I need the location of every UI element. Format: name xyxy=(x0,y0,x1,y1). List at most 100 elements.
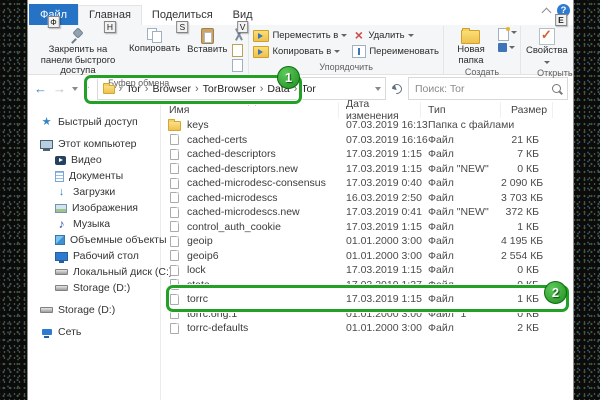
file-type: Файл xyxy=(421,148,501,160)
file-type: Файл "1" xyxy=(421,308,501,320)
sidebar-item-8[interactable]: Рабочий стол xyxy=(28,248,160,264)
file-type: Файл xyxy=(421,322,501,334)
dropdown-arrow-icon xyxy=(408,34,414,40)
file-type: Файл xyxy=(421,293,501,305)
file-name: torrc.orig.1 xyxy=(187,308,237,320)
file-type: Файл xyxy=(421,279,501,291)
file-date: 17.03.2019 0:40 xyxy=(339,177,421,189)
sidebar-item-1[interactable]: Этот компьютер xyxy=(28,136,160,152)
rename-button[interactable]: Переименовать xyxy=(350,44,441,59)
search-input[interactable]: Поиск: Tor xyxy=(408,77,568,100)
column-header-date[interactable]: Дата изменения xyxy=(339,102,421,118)
refresh-icon[interactable] xyxy=(390,82,404,96)
properties-label: Свойства xyxy=(526,46,568,57)
tab-1[interactable]: Поделиться S xyxy=(142,6,223,25)
file-icon xyxy=(170,163,179,174)
sidebar-item-12[interactable]: Сеть xyxy=(28,324,160,340)
navigation-pane: Быстрый доступ Этот компьютер Видео Доку… xyxy=(28,102,161,400)
sidebar-item-7[interactable]: Объемные объекты xyxy=(28,232,160,248)
sidebar-item-0[interactable]: Быстрый доступ xyxy=(28,114,160,130)
group-label-new: Создать xyxy=(446,67,518,79)
search-placeholder: Поиск: Tor xyxy=(415,83,465,95)
file-icon xyxy=(170,236,179,247)
file-type: Файл xyxy=(421,235,501,247)
file-size: 0 КБ xyxy=(501,264,553,276)
easy-access-button[interactable] xyxy=(498,43,517,52)
properties-button[interactable]: Свойства xyxy=(523,26,571,68)
file-row-cached-microdescs[interactable]: cached-microdescs 16.03.2019 2:50 Файл 3… xyxy=(161,191,573,206)
sidebar-item-5[interactable]: Изображения xyxy=(28,200,160,216)
sidebar-item-3[interactable]: Документы xyxy=(28,168,160,184)
network-icon xyxy=(40,326,53,339)
breadcrumb-item[interactable]: Data xyxy=(264,83,292,95)
file-row-geoip6[interactable]: geoip6 01.01.2000 3:00 Файл 2 554 КБ xyxy=(161,249,573,264)
breadcrumb-item[interactable]: Tor xyxy=(298,83,319,95)
column-header-name[interactable]: Имя xyxy=(161,102,339,118)
copy-button[interactable]: Копировать xyxy=(126,26,183,56)
file-row-torrc[interactable]: torrc 17.03.2019 1:15 Файл 1 КБ xyxy=(161,292,573,307)
delete-icon xyxy=(352,29,365,42)
file-row-lock[interactable]: lock 17.03.2019 1:15 Файл 0 КБ xyxy=(161,263,573,278)
file-size: 9 КБ xyxy=(501,279,553,291)
copy-path-icon[interactable] xyxy=(232,44,243,57)
file-name: cached-descriptors xyxy=(187,148,276,160)
pin-to-quick-access-button[interactable]: Закрепить на панели быстрого доступа xyxy=(31,26,125,78)
address-dropdown-icon[interactable] xyxy=(375,87,381,94)
folder-icon xyxy=(168,121,181,131)
tab-0[interactable]: Главная H xyxy=(78,5,142,25)
column-header-size[interactable]: Размер xyxy=(501,102,553,118)
file-date: 16.03.2019 2:50 xyxy=(339,192,421,204)
file-menu-button[interactable]: Файл Ф xyxy=(29,4,78,25)
file-name: lock xyxy=(187,264,206,276)
sidebar-item-9[interactable]: Локальный диск (C:) xyxy=(28,264,160,280)
file-size: 1 КБ xyxy=(501,221,553,233)
paste-shortcut-icon[interactable] xyxy=(232,59,243,72)
file-row-cached-microdesc-consensus[interactable]: cached-microdesc-consensus 17.03.2019 0:… xyxy=(161,176,573,191)
move-to-button[interactable]: Переместить в xyxy=(251,28,349,43)
file-name: cached-descriptors.new xyxy=(187,163,298,175)
column-header-type[interactable]: Тип xyxy=(421,102,501,118)
keytip-file: Ф xyxy=(47,16,59,28)
minimize-ribbon-icon[interactable] xyxy=(542,7,552,17)
new-folder-button[interactable]: Новая папка xyxy=(446,26,496,67)
sidebar-item-4[interactable]: Загрузки xyxy=(28,184,160,200)
rename-label: Переименовать xyxy=(369,46,439,57)
ribbon-tabs: Главная H Поделиться S Вид V xyxy=(78,5,263,25)
dropdown-arrow-icon xyxy=(511,31,517,37)
paste-button[interactable]: Вставить xyxy=(184,26,230,57)
file-row-control_auth_cookie[interactable]: control_auth_cookie 17.03.2019 1:15 Файл… xyxy=(161,220,573,235)
file-name: cached-microdescs.new xyxy=(187,206,300,218)
file-icon xyxy=(170,207,179,218)
file-icon xyxy=(170,178,179,189)
sidebar-item-11[interactable]: Storage (D:) xyxy=(28,302,160,318)
file-row-cached-certs[interactable]: cached-certs 07.03.2019 16:16 Файл 21 КБ xyxy=(161,133,573,148)
delete-button[interactable]: Удалить xyxy=(350,28,441,43)
file-icon xyxy=(170,250,179,261)
sidebar-item-10[interactable]: Storage (D:) xyxy=(28,280,160,296)
file-name: geoip xyxy=(187,235,213,247)
documents-icon xyxy=(55,171,64,182)
file-row-cached-descriptors.new[interactable]: cached-descriptors.new 17.03.2019 1:15 Ф… xyxy=(161,162,573,177)
sidebar-item-6[interactable]: Музыка xyxy=(28,216,160,232)
file-row-torrc.orig.1[interactable]: torrc.orig.1 01.01.2000 3:00 Файл "1" 0 … xyxy=(161,307,573,322)
keytip-H: H xyxy=(104,21,116,33)
file-row-cached-microdescs.new[interactable]: cached-microdescs.new 17.03.2019 0:41 Фа… xyxy=(161,205,573,220)
file-row-geoip[interactable]: geoip 01.01.2000 3:00 Файл 4 195 КБ xyxy=(161,234,573,249)
file-name: control_auth_cookie xyxy=(187,221,281,233)
file-row-cached-descriptors[interactable]: cached-descriptors 17.03.2019 1:15 Файл … xyxy=(161,147,573,162)
column-header-size-label: Размер xyxy=(511,104,547,116)
dropdown-arrow-icon xyxy=(509,46,515,52)
new-item-button[interactable] xyxy=(498,28,517,41)
sidebar-item-2[interactable]: Видео xyxy=(28,152,160,168)
file-row-torrc-defaults[interactable]: torrc-defaults 01.01.2000 3:00 Файл 2 КБ xyxy=(161,321,573,336)
file-size: 4 195 КБ xyxy=(501,235,553,247)
tab-2[interactable]: Вид V xyxy=(223,6,263,25)
copy-to-button[interactable]: Копировать в xyxy=(251,44,349,59)
keytip-V: V xyxy=(237,21,249,33)
new-folder-label: Новая папка xyxy=(449,45,493,66)
help-icon[interactable]: Е xyxy=(557,4,570,17)
pictures-icon xyxy=(55,204,67,213)
file-icon xyxy=(170,192,179,203)
file-row-state[interactable]: state 17.03.2019 1:37 Файл 9 КБ xyxy=(161,278,573,293)
ribbon-group-clipboard: Закрепить на панели быстрого доступа Коп… xyxy=(29,26,248,74)
